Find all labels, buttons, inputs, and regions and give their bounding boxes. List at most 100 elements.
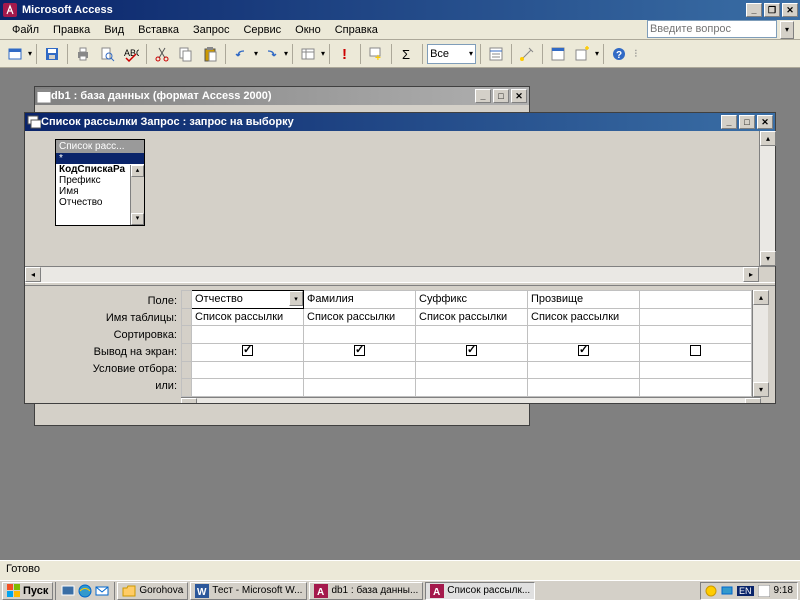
ql-oe-icon[interactable]	[94, 583, 110, 599]
grid-cell-sort[interactable]	[304, 326, 416, 344]
tray-volume-icon[interactable]	[705, 585, 717, 597]
paste-button[interactable]	[199, 43, 221, 65]
taskbar-task[interactable]: AСписок рассылк...	[425, 582, 535, 600]
grid-cell-or[interactable]	[416, 379, 528, 397]
menu-insert[interactable]: Вставка	[132, 22, 185, 38]
print-button[interactable]	[72, 43, 94, 65]
grid-cell-table[interactable]: Список рассылки	[304, 308, 416, 326]
grid-cell-or[interactable]	[304, 379, 416, 397]
grid-cell-criteria[interactable]	[304, 361, 416, 379]
save-button[interactable]	[41, 43, 63, 65]
db-maximize-button[interactable]: □	[493, 89, 509, 103]
db-close-button[interactable]: ✕	[511, 89, 527, 103]
menu-file[interactable]: Файл	[6, 22, 45, 38]
upper-hscrollbar[interactable]: ◂▸	[25, 266, 775, 282]
show-checkbox[interactable]	[690, 345, 701, 356]
grid-cell-criteria[interactable]	[416, 361, 528, 379]
show-table-button[interactable]: +	[365, 43, 387, 65]
top-values-combo[interactable]: Все ▾	[427, 44, 476, 64]
grid-cell-sort[interactable]	[640, 326, 752, 344]
help-search-input[interactable]	[647, 20, 777, 38]
show-checkbox[interactable]	[354, 345, 365, 356]
totals-button[interactable]: Σ	[396, 43, 418, 65]
row-selector[interactable]	[182, 308, 192, 326]
redo-dropdown-icon[interactable]: ▾	[284, 49, 288, 58]
restore-button[interactable]: ❐	[764, 3, 780, 17]
row-selector[interactable]	[182, 361, 192, 379]
close-button[interactable]: ✕	[782, 3, 798, 17]
grid-cell-table[interactable]: Список рассылки	[192, 308, 304, 326]
ql-ie-icon[interactable]	[77, 583, 93, 599]
help-dropdown-button[interactable]: ▾	[780, 21, 794, 39]
upper-vscrollbar[interactable]: ▴▾	[759, 131, 775, 266]
grid-cell-show[interactable]	[528, 343, 640, 361]
help-button[interactable]: ?	[608, 43, 630, 65]
query-close-button[interactable]: ✕	[757, 115, 773, 129]
grid-cell-criteria[interactable]	[528, 361, 640, 379]
undo-button[interactable]	[230, 43, 252, 65]
show-checkbox[interactable]	[578, 345, 589, 356]
field-list-scrollbar[interactable]: ▴ ▾	[130, 165, 144, 225]
field-dropdown-icon[interactable]: ▾	[289, 291, 303, 306]
menu-help[interactable]: Справка	[329, 22, 384, 38]
row-selector[interactable]	[182, 326, 192, 344]
menu-view[interactable]: Вид	[98, 22, 130, 38]
grid-vscrollbar[interactable]: ▴▾	[752, 290, 768, 397]
query-design-window[interactable]: Список рассылки Запрос : запрос на выбор…	[24, 112, 776, 404]
minimize-button[interactable]: _	[746, 3, 762, 17]
new-object-button[interactable]	[571, 43, 593, 65]
db-minimize-button[interactable]: _	[475, 89, 491, 103]
show-checkbox[interactable]	[466, 345, 477, 356]
properties-button[interactable]	[485, 43, 507, 65]
spelling-button[interactable]: ABC	[120, 43, 142, 65]
grid-cell-or[interactable]	[640, 379, 752, 397]
table-diagram-pane[interactable]: Список расс... * КодСпискаРа Префикс Имя…	[25, 131, 759, 266]
print-preview-button[interactable]	[96, 43, 118, 65]
query-type-button[interactable]	[297, 43, 319, 65]
grid-cell-show[interactable]	[192, 343, 304, 361]
redo-button[interactable]	[260, 43, 282, 65]
grid-cell-sort[interactable]	[192, 326, 304, 344]
query-type-dropdown-icon[interactable]: ▾	[321, 49, 325, 58]
task-folder[interactable]: Gorohova	[117, 582, 188, 600]
undo-dropdown-icon[interactable]: ▾	[254, 49, 258, 58]
taskbar-task[interactable]: WТест - Microsoft W...	[190, 582, 307, 600]
taskbar-task[interactable]: Adb1 : база данны...	[309, 582, 423, 600]
source-table-title[interactable]: Список расс...	[56, 140, 144, 153]
view-button[interactable]	[4, 43, 26, 65]
database-window-button[interactable]	[547, 43, 569, 65]
show-checkbox[interactable]	[242, 345, 253, 356]
menu-tools[interactable]: Сервис	[237, 22, 287, 38]
grid-cell-or[interactable]	[192, 379, 304, 397]
grid-cell-sort[interactable]	[528, 326, 640, 344]
new-object-dropdown-icon[interactable]: ▾	[595, 49, 599, 58]
field-star[interactable]: *	[56, 153, 144, 164]
grid-cell-field[interactable]	[640, 291, 752, 309]
grid-cell-or[interactable]	[528, 379, 640, 397]
build-button[interactable]	[516, 43, 538, 65]
qbe-grid[interactable]: Отчество▾ФамилияСуффиксПрозвищеСписок ра…	[181, 290, 775, 403]
grid-hscrollbar[interactable]: ◂▸	[181, 397, 761, 403]
grid-cell-field[interactable]: Суффикс	[416, 291, 528, 309]
row-selector[interactable]	[182, 291, 192, 309]
grid-cell-field[interactable]: Отчество▾	[192, 291, 304, 309]
copy-button[interactable]	[175, 43, 197, 65]
grid-cell-table[interactable]	[640, 308, 752, 326]
tray-app-icon[interactable]	[758, 585, 770, 597]
query-maximize-button[interactable]: □	[739, 115, 755, 129]
cut-button[interactable]	[151, 43, 173, 65]
grid-cell-table[interactable]: Список рассылки	[528, 308, 640, 326]
tray-display-icon[interactable]	[721, 585, 733, 597]
grid-cell-show[interactable]	[416, 343, 528, 361]
database-window-titlebar[interactable]: db1 : база данных (формат Access 2000) _…	[35, 87, 529, 105]
grid-cell-criteria[interactable]	[192, 361, 304, 379]
query-minimize-button[interactable]: _	[721, 115, 737, 129]
grid-cell-table[interactable]: Список рассылки	[416, 308, 528, 326]
source-table-box[interactable]: Список расс... * КодСпискаРа Префикс Имя…	[55, 139, 145, 226]
grid-cell-field[interactable]: Фамилия	[304, 291, 416, 309]
grid-cell-field[interactable]: Прозвище	[528, 291, 640, 309]
grid-cell-show[interactable]	[304, 343, 416, 361]
language-indicator[interactable]: EN	[737, 586, 754, 596]
row-selector[interactable]	[182, 379, 192, 397]
toolbar-overflow-icon[interactable]: ⁝	[634, 47, 638, 60]
